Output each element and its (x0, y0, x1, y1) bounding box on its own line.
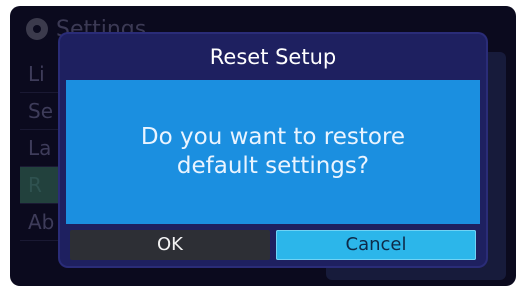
dialog-message-area: Do you want to restore default settings? (66, 80, 480, 224)
device-frame: Settings Li Se La R Ab Reset Setup Do yo… (0, 0, 526, 296)
dialog-message: Do you want to restore default settings? (113, 123, 433, 181)
dialog-title: Reset Setup (209, 45, 337, 69)
gear-icon (26, 18, 48, 40)
dialog-message-line: default settings? (176, 153, 370, 179)
reset-setup-dialog: Reset Setup Do you want to restore defau… (60, 34, 486, 266)
ok-button[interactable]: OK (70, 230, 270, 260)
dialog-message-line: Do you want to restore (140, 124, 406, 150)
tv-screen: Settings Li Se La R Ab Reset Setup Do yo… (10, 6, 516, 286)
cancel-button[interactable]: Cancel (276, 230, 476, 260)
